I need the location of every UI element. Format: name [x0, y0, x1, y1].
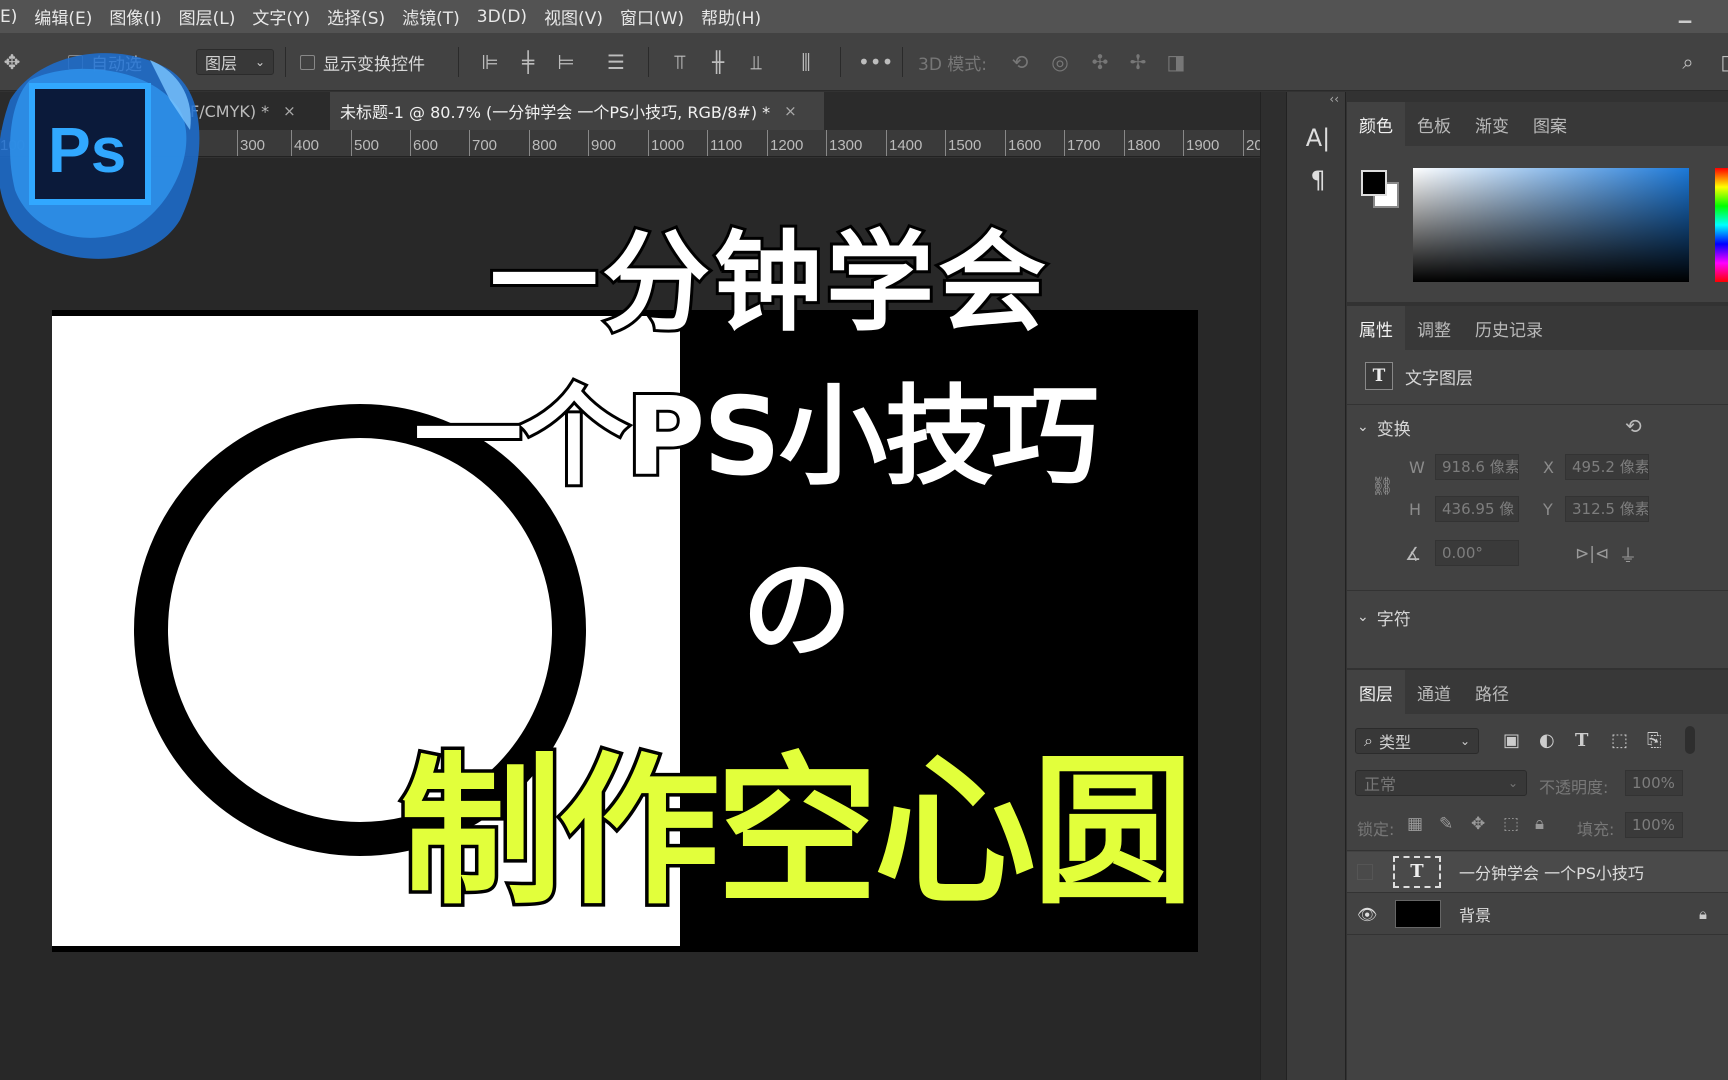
- blend-mode-dropdown[interactable]: 正常 ⌄: [1355, 770, 1527, 796]
- lock-label: 锁定:: [1357, 820, 1395, 839]
- lock-transparent-icon[interactable]: ▦: [1407, 814, 1423, 834]
- filter-smart-object-icon[interactable]: ⎘: [1647, 730, 1661, 751]
- link-icon[interactable]: ⛓: [1371, 476, 1394, 497]
- transform-section-header[interactable]: ⌄ 变换: [1347, 410, 1728, 444]
- x-label: X: [1543, 458, 1554, 477]
- tab-channels[interactable]: 通道: [1405, 670, 1463, 714]
- collapsed-panel-strip: ‹‹ A| ¶: [1286, 92, 1346, 1080]
- x-field[interactable]: 495.2 像素: [1565, 454, 1649, 480]
- blend-mode-value: 正常: [1364, 775, 1397, 794]
- overlay-title-line1: 一分钟学会: [487, 218, 1051, 349]
- photoshop-window: E) 编辑(E) 图像(I) 图层(L) 文字(Y) 选择(S) 滤镜(T) 3…: [0, 0, 1728, 1080]
- hue-slider[interactable]: [1715, 168, 1728, 282]
- y-field[interactable]: 312.5 像素: [1565, 496, 1649, 522]
- overlay-title-line2: 一个PS小技巧: [411, 372, 1102, 503]
- layer-row-text[interactable]: T 一分钟学会 一个PS小技巧: [1347, 852, 1728, 892]
- character-panel-icon[interactable]: A|: [1303, 124, 1333, 154]
- opacity-field[interactable]: 100%: [1625, 770, 1683, 796]
- filter-pixel-icon[interactable]: ▣: [1503, 730, 1520, 751]
- properties-panel-tabs: 属性 调整 历史记录: [1347, 306, 1728, 350]
- tab-paths[interactable]: 路径: [1463, 670, 1521, 714]
- color-panel: 颜色 色板 渐变 图案: [1347, 102, 1728, 302]
- angle-icon: ∡: [1405, 544, 1422, 565]
- reset-transform-icon[interactable]: ⟲: [1625, 414, 1642, 438]
- layer-thumbnail: [1395, 900, 1441, 928]
- collapse-panels-icon[interactable]: ‹‹: [1287, 92, 1347, 108]
- divider: [1347, 404, 1728, 405]
- width-field[interactable]: 918.6 像素: [1435, 454, 1519, 480]
- tab-properties[interactable]: 属性: [1347, 306, 1405, 350]
- chevron-down-icon: ⌄: [1357, 609, 1369, 625]
- divider: [1347, 850, 1728, 851]
- layer-filter-dropdown[interactable]: ⌕ 类型 ⌄: [1355, 728, 1479, 754]
- tab-patterns[interactable]: 图案: [1521, 102, 1579, 146]
- photoshop-logo-text: Ps: [48, 114, 126, 186]
- lock-artboard-icon[interactable]: ⬚: [1503, 814, 1519, 834]
- divider: [1347, 934, 1728, 935]
- photoshop-logo: Ps: [0, 53, 200, 259]
- lock-image-icon[interactable]: ✎: [1439, 814, 1453, 834]
- angle-field[interactable]: 0.00°: [1435, 540, 1519, 566]
- overlay-title-line3: の: [739, 543, 855, 677]
- tab-swatches[interactable]: 色板: [1405, 102, 1463, 146]
- search-icon: ⌕: [1364, 731, 1373, 750]
- chevron-down-icon: ⌄: [1459, 734, 1470, 748]
- layer-name[interactable]: 一分钟学会 一个PS小技巧: [1459, 860, 1644, 884]
- lock-position-icon[interactable]: ✥: [1471, 814, 1485, 834]
- divider: [1347, 892, 1728, 893]
- width-label: W: [1409, 458, 1425, 477]
- fill-label: 填充:: [1577, 820, 1615, 839]
- divider: [1347, 590, 1728, 591]
- tab-gradients[interactable]: 渐变: [1463, 102, 1521, 146]
- text-layer-icon: T: [1365, 362, 1393, 390]
- lock-icon: 🔒︎: [1699, 905, 1707, 923]
- layer-type-label: 文字图层: [1405, 368, 1473, 389]
- layer-name[interactable]: 背景: [1459, 902, 1491, 926]
- filter-toggle[interactable]: [1685, 726, 1695, 754]
- transform-title: 变换: [1376, 419, 1411, 440]
- flip-vertical-icon[interactable]: ⏚: [1619, 542, 1637, 568]
- height-label: H: [1409, 500, 1422, 519]
- text-layer-thumbnail-icon: T: [1393, 856, 1441, 888]
- flip-horizontal-icon[interactable]: ⊳|⊲: [1575, 544, 1609, 564]
- foreground-color-swatch[interactable]: [1361, 170, 1387, 196]
- tab-history[interactable]: 历史记录: [1463, 306, 1555, 350]
- fill-field[interactable]: 100%: [1625, 812, 1683, 838]
- chevron-down-icon: ⌄: [1507, 776, 1518, 790]
- layer-row-background[interactable]: 👁︎ 背景 🔒︎: [1347, 894, 1728, 934]
- layer-type-row: T 文字图层: [1347, 358, 1728, 394]
- height-field[interactable]: 436.95 像: [1435, 496, 1519, 522]
- color-picker-field[interactable]: [1413, 168, 1689, 282]
- filter-type-icon[interactable]: T: [1575, 730, 1588, 751]
- visibility-toggle-off[interactable]: [1357, 864, 1373, 880]
- color-panel-tabs: 颜色 色板 渐变 图案: [1347, 102, 1728, 146]
- lock-all-icon[interactable]: 🔒︎: [1535, 814, 1544, 834]
- overlay-title-line4: 制作空心圆: [397, 736, 1198, 931]
- layers-panel-tabs: 图层 通道 路径: [1347, 670, 1728, 714]
- character-section-header[interactable]: ⌄ 字符: [1347, 600, 1728, 634]
- chevron-down-icon: ⌄: [1357, 419, 1369, 435]
- layers-panel: 图层 通道 路径 ⌕ 类型 ⌄ ▣ ◐ T ⬚ ⎘ 正常 ⌄ 不透明度: 100…: [1347, 670, 1728, 1080]
- y-label: Y: [1543, 500, 1553, 519]
- character-title: 字符: [1376, 609, 1411, 630]
- filter-shape-icon[interactable]: ⬚: [1611, 730, 1628, 751]
- tab-layers[interactable]: 图层: [1347, 670, 1405, 714]
- vertical-scrollbar[interactable]: [1260, 92, 1286, 1080]
- tab-color[interactable]: 颜色: [1347, 102, 1405, 146]
- properties-panel: 属性 调整 历史记录 T 文字图层 ⌄ 变换 ⟲ ⛓ W 918.6 像素 X …: [1347, 306, 1728, 668]
- eye-icon[interactable]: 👁︎: [1357, 905, 1377, 924]
- opacity-label: 不透明度:: [1539, 778, 1609, 797]
- filter-adjustment-icon[interactable]: ◐: [1539, 730, 1555, 751]
- paragraph-panel-icon[interactable]: ¶: [1303, 166, 1333, 196]
- layer-filter-value: 类型: [1378, 733, 1411, 752]
- tab-adjustments[interactable]: 调整: [1405, 306, 1463, 350]
